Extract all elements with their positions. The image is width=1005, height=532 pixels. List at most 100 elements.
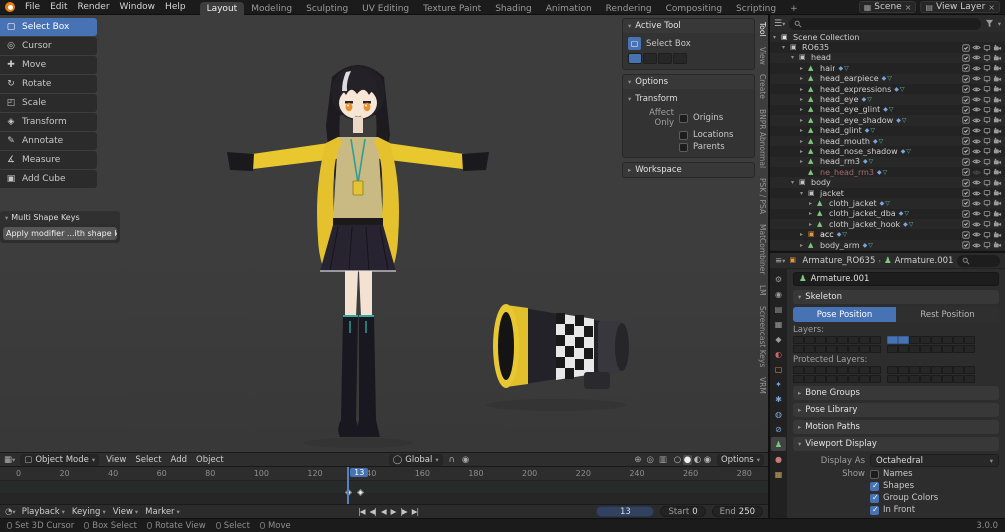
select-mode-subtract[interactable] (658, 53, 672, 64)
object-name[interactable]: Scene Collection (793, 33, 860, 42)
disclosure-arrow[interactable]: ▸ (800, 65, 808, 72)
workspace-tab[interactable]: Scripting (729, 2, 783, 15)
layer-cell[interactable] (931, 366, 942, 374)
apply-modifier-button[interactable]: Apply modifier ...ith shape keys (3, 227, 117, 240)
viewport-disable-icon[interactable] (983, 96, 991, 104)
layer-cell[interactable] (942, 336, 953, 344)
viewport-disable-icon[interactable] (983, 75, 991, 83)
orientation-selector[interactable]: ◯ Global ▾ (388, 453, 443, 466)
object-name[interactable]: head_nose_shadow (820, 147, 898, 156)
outliner-row[interactable]: ▸ head_eye ◆ ▽ (770, 94, 1005, 105)
n-panel-tab[interactable]: Screencast Keys (755, 302, 768, 371)
viewport-menu[interactable]: Select (133, 455, 163, 465)
n-panel-tab[interactable]: Create (755, 70, 768, 103)
layer-cell[interactable] (848, 345, 859, 353)
hide-eye-icon[interactable] (972, 189, 981, 198)
topbar-menu[interactable]: File (20, 1, 45, 13)
tool-button[interactable]: ▢ Select Box (0, 18, 97, 36)
layer-cell[interactable] (964, 336, 975, 344)
render-camera-icon[interactable] (993, 199, 1002, 207)
locations-checkbox[interactable] (679, 130, 688, 140)
hide-eye-icon[interactable] (972, 85, 981, 94)
render-camera-icon[interactable] (993, 127, 1002, 135)
outliner-row[interactable]: ▸ head_earpiece ◆ ▽ (770, 73, 1005, 84)
object-name[interactable]: cloth_jacket (829, 199, 877, 208)
hide-eye-icon[interactable] (972, 137, 981, 146)
render-camera-icon[interactable] (993, 116, 1002, 124)
shapes-checkbox[interactable] (870, 481, 879, 491)
disclosure-arrow[interactable]: ▾ (782, 44, 790, 51)
hide-eye-icon[interactable] (972, 178, 981, 187)
layer-cell[interactable] (920, 345, 931, 353)
render-camera-icon[interactable] (993, 75, 1002, 83)
viewport-disable-icon[interactable] (983, 158, 991, 166)
layer-cell[interactable] (859, 345, 870, 353)
topbar-menu[interactable]: Render (73, 1, 115, 13)
viewport-disable-icon[interactable] (983, 137, 991, 145)
workspace-tab[interactable]: + (783, 2, 805, 15)
transport-button[interactable]: ◀| (370, 507, 377, 516)
tool-button[interactable]: ↻ Rotate (0, 75, 97, 93)
layer-cell[interactable] (826, 336, 837, 344)
layer-cell[interactable] (909, 375, 920, 383)
workspace-tab[interactable]: Rendering (599, 2, 659, 15)
exclude-checkbox-icon[interactable] (962, 137, 970, 145)
hide-eye-icon[interactable] (972, 126, 981, 135)
collapsed-panel-header[interactable]: ▸ Bone Groups (793, 386, 999, 400)
frame-start-field[interactable]: Start 0 (660, 506, 706, 517)
exclude-checkbox-icon[interactable] (962, 75, 970, 83)
n-panel-tab[interactable]: PSK / PSA (755, 174, 768, 218)
disclosure-arrow[interactable]: ▸ (800, 127, 808, 134)
proportional-editing-icon[interactable]: ◉ (461, 455, 470, 465)
disclosure-arrow[interactable]: ▾ (800, 190, 808, 197)
viewport-toggle-icon[interactable]: ◎ (645, 455, 654, 465)
chevron-down-icon[interactable]: ▾ (998, 20, 1001, 28)
multi-shape-keys-header[interactable]: ▾ Multi Shape Keys (0, 211, 120, 224)
layer-cell[interactable] (793, 345, 804, 353)
transport-button[interactable]: |▶ (400, 507, 407, 516)
properties-tab[interactable]: ◍ (771, 407, 786, 421)
mode-selector[interactable]: ▢ Object Mode ▾ (20, 453, 100, 466)
n-panel-tab[interactable]: Tool (755, 18, 768, 41)
object-name[interactable]: head_eye (820, 95, 859, 104)
playhead[interactable] (347, 467, 350, 504)
editor-type-icon[interactable]: ▦▾ (4, 455, 15, 465)
layer-cell[interactable] (898, 366, 909, 374)
layer-cell[interactable] (909, 345, 920, 353)
viewport-toggle-icon[interactable]: ⊕ (633, 455, 642, 465)
object-name[interactable]: body_arm (820, 241, 860, 250)
workspace-tab[interactable]: UV Editing (355, 2, 416, 15)
viewport-disable-icon[interactable] (983, 116, 991, 124)
object-name[interactable]: head_expressions (820, 85, 891, 94)
n-panel-tab[interactable]: VRM (755, 373, 768, 398)
layer-cell[interactable] (837, 375, 848, 383)
viewport-menu[interactable]: Object (194, 455, 226, 465)
layer-cell[interactable] (898, 336, 909, 344)
layer-cell[interactable] (870, 366, 881, 374)
object-name[interactable]: acc (820, 230, 834, 239)
object-name[interactable]: head_rm3 (820, 157, 860, 166)
render-camera-icon[interactable] (993, 96, 1002, 104)
layer-cell[interactable] (887, 375, 898, 383)
layer-cell[interactable] (931, 345, 942, 353)
layer-cell[interactable] (964, 375, 975, 383)
outliner-row[interactable]: ▸ head_eye_shadow ◆ ▽ (770, 115, 1005, 126)
exclude-checkbox-icon[interactable] (962, 210, 970, 218)
render-camera-icon[interactable] (993, 231, 1002, 239)
render-camera-icon[interactable] (993, 241, 1002, 249)
data-name-field[interactable]: ♟ Armature.001 (793, 272, 999, 286)
viewport-disable-icon[interactable] (983, 241, 991, 249)
disclosure-arrow[interactable]: ▸ (809, 221, 817, 228)
viewport-disable-icon[interactable] (983, 54, 991, 62)
render-camera-icon[interactable] (993, 220, 1002, 228)
viewport-menu[interactable]: View (104, 455, 128, 465)
render-camera-icon[interactable] (993, 147, 1002, 155)
layer-cell[interactable] (815, 366, 826, 374)
properties-search-field[interactable] (957, 254, 1000, 267)
tool-button[interactable]: ∡ Measure (0, 151, 97, 169)
hide-eye-icon[interactable] (972, 220, 981, 229)
rest-position-button[interactable]: Rest Position (896, 307, 999, 322)
transport-button[interactable]: |◀ (358, 507, 365, 516)
exclude-checkbox-icon[interactable] (962, 147, 970, 156)
timeline-editor-icon[interactable]: ◔▾ (5, 507, 16, 517)
